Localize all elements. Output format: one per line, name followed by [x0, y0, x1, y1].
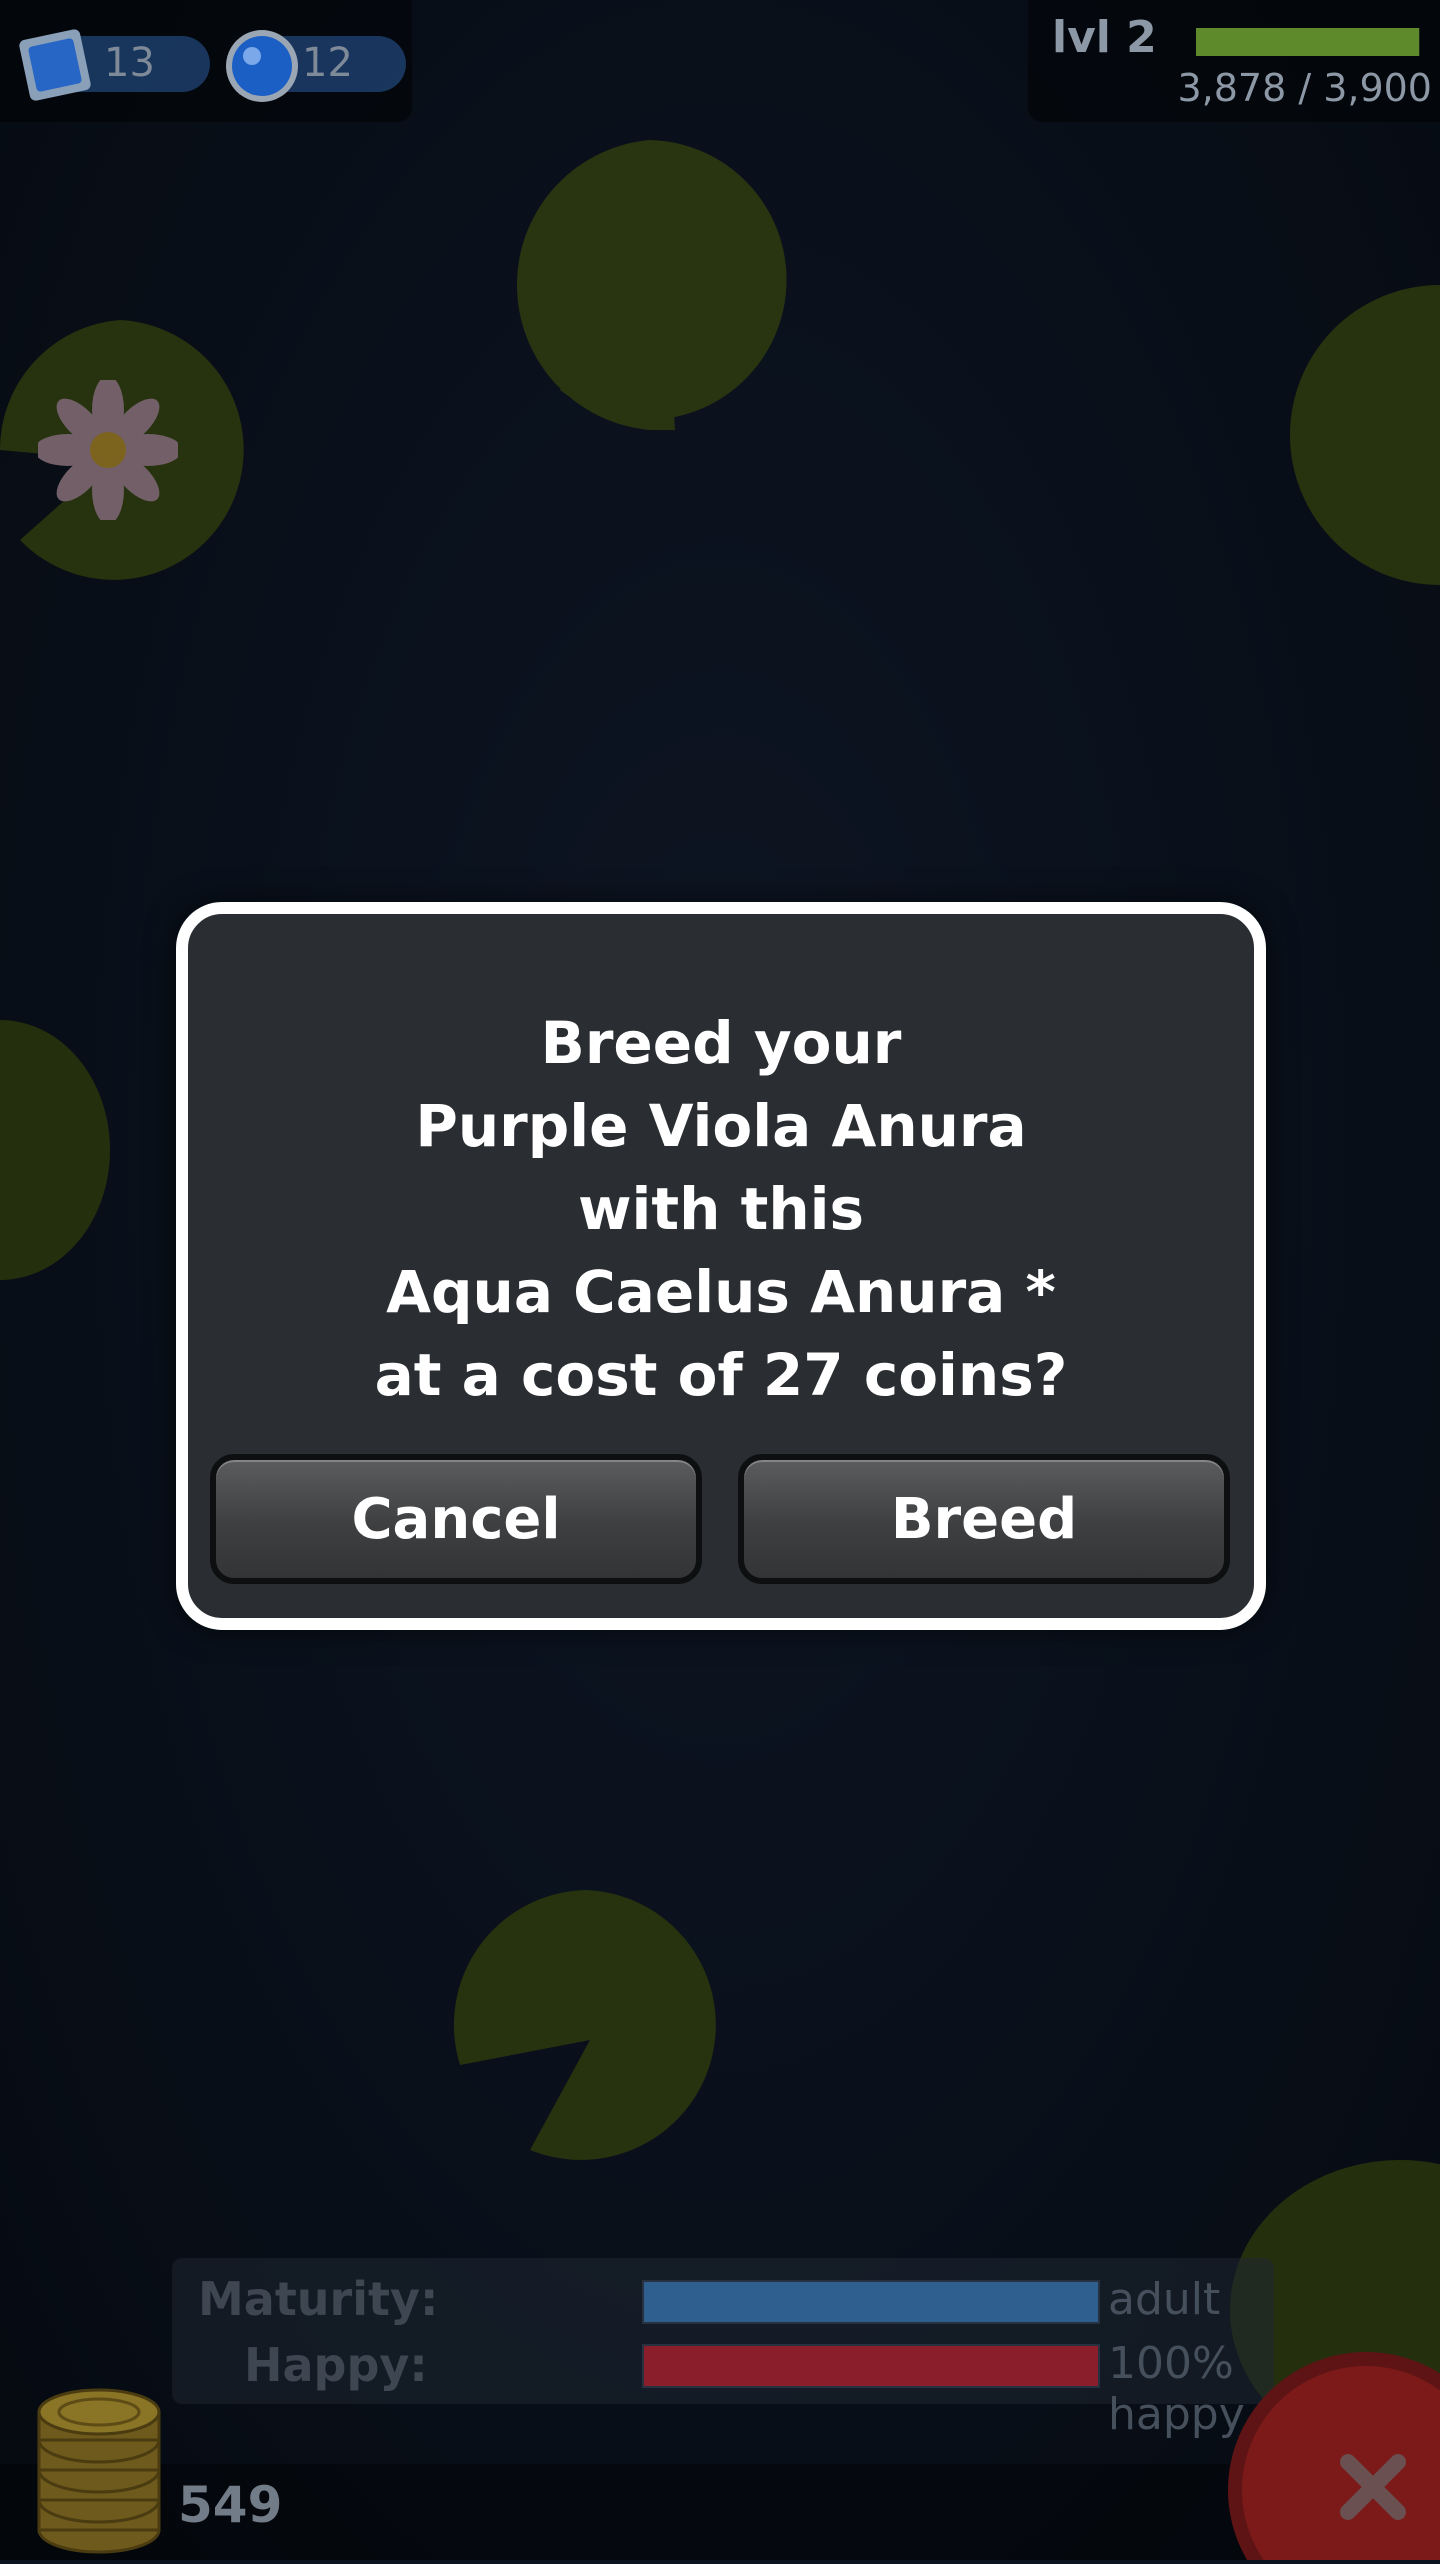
coins-stack-icon: [24, 2380, 174, 2564]
happy-label: Happy:: [244, 2338, 428, 2392]
stamp-icon: [10, 20, 100, 114]
xp-text: 3,878 / 3,900: [1177, 66, 1432, 110]
dialog-message: Breed your Purple Viola Anura with this …: [188, 1002, 1254, 1417]
happy-bar: [642, 2344, 1100, 2388]
maturity-label: Maturity:: [198, 2272, 439, 2326]
happy-bar-fill: [644, 2346, 1098, 2386]
xp-progress-bar: [1196, 28, 1420, 56]
xp-progress-fill: [1196, 28, 1419, 56]
resource-panel: 13 12: [0, 0, 412, 122]
cancel-button[interactable]: Cancel: [210, 1454, 702, 1584]
close-button[interactable]: [1226, 2340, 1440, 2564]
dialog-line: at a cost of 27 coins?: [374, 1341, 1068, 1409]
level-label: lvl 2: [1052, 12, 1157, 63]
frog-stats-panel: Maturity: adult Happy: 100% happy: [172, 2258, 1274, 2440]
maturity-bar: [642, 2280, 1100, 2324]
coins-count: 549: [178, 2476, 283, 2534]
maturity-bar-fill: [644, 2282, 1098, 2322]
gem-count: 12: [302, 40, 353, 86]
dialog-line: Aqua Caelus Anura *: [386, 1258, 1056, 1326]
dialog-line: Purple Viola Anura: [415, 1092, 1027, 1160]
maturity-value: adult: [1108, 2274, 1221, 2325]
dialog-line: Breed your: [540, 1009, 902, 1077]
gem-icon: [216, 16, 308, 112]
level-panel: lvl 2 3,878 / 3,900: [1028, 0, 1440, 122]
stamp-count: 13: [104, 40, 155, 86]
breed-confirm-dialog: Breed your Purple Viola Anura with this …: [176, 902, 1266, 1630]
breed-button[interactable]: Breed: [738, 1454, 1230, 1584]
dialog-line: with this: [577, 1175, 865, 1243]
